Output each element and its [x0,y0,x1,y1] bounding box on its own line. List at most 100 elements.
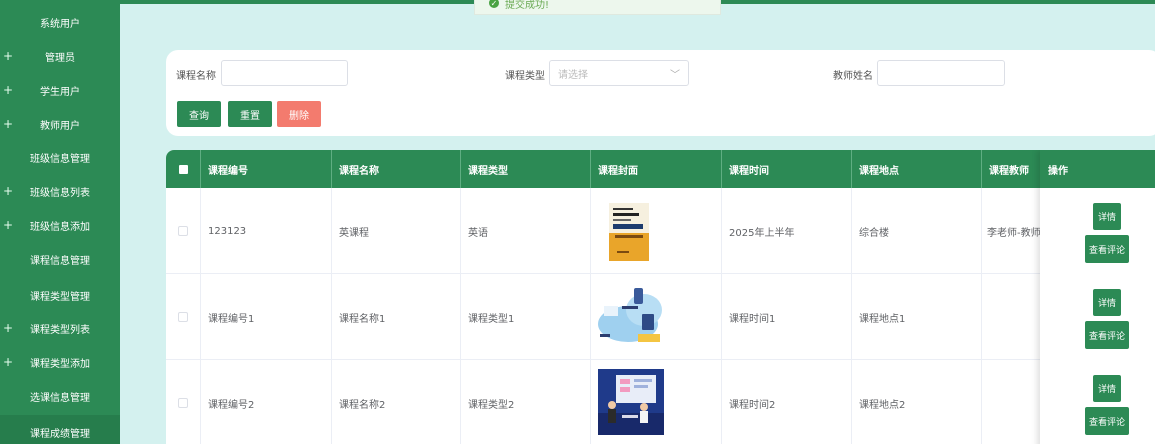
cell-course-cover [591,274,722,360]
cell-course-place: 课程地点2 [852,360,982,444]
course-type-label: 课程类型 [505,71,545,82]
table-row: 123123 英课程 英语 2025年上半年 综合楼 李老师-教师1 [166,188,1155,274]
sidebar-item-label: 系统用户 [40,18,80,30]
success-toast: ✓ 提交成功! [474,0,721,15]
cell-course-teacher [982,360,1042,444]
sidebar-item-course-type-manage[interactable]: 课程类型管理 [0,278,120,312]
row-checkbox[interactable] [178,226,188,236]
delete-button[interactable]: 删除 [277,101,321,127]
cell-course-place: 课程地点1 [852,274,982,360]
cell-course-type: 课程类型2 [461,360,591,444]
detail-button[interactable]: 详情 [1093,203,1121,230]
sidebar-item-admin[interactable]: + 管理员 [0,39,120,73]
header-course-teacher: 课程教师 [982,150,1042,188]
header-course-place: 课程地点 [852,150,982,188]
actions-column: 操作 详情 查看评论 详情 查看评论 详情 查看评论 [1040,150,1155,444]
cell-course-place: 综合楼 [852,188,982,274]
select-all-checkbox[interactable] [178,164,188,174]
actions-header: 操作 [1040,150,1155,188]
course-table: 课程编号 课程名称 课程类型 课程封面 课程时间 课程地点 课程教师 操作 12… [166,150,1155,444]
plus-icon: + [3,355,14,369]
sidebar-item-label: 班级信息添加 [30,221,90,233]
row-checkbox[interactable] [178,398,188,408]
reset-button[interactable]: 重置 [228,101,272,127]
sidebar-item-score-manage[interactable]: 课程成绩管理 [0,415,120,444]
query-button[interactable]: 查询 [177,101,221,127]
course-type-select[interactable]: 请选择 ﹀ [549,60,689,86]
course-name-input[interactable] [221,60,348,86]
sidebar-item-label: 班级信息管理 [30,153,90,165]
row-select-cell [166,274,201,360]
cell-course-teacher [982,274,1042,360]
sidebar-item-course-type-add[interactable]: + 课程类型添加 [0,345,120,379]
table-header: 课程编号 课程名称 课程类型 课程封面 课程时间 课程地点 课程教师 操作 [166,150,1155,188]
cell-course-type: 英语 [461,188,591,274]
cell-course-name: 课程名称1 [332,274,461,360]
view-reviews-button[interactable]: 查看评论 [1085,235,1129,263]
cell-course-name: 课程名称2 [332,360,461,444]
plus-icon: + [3,49,14,63]
sidebar-item-course-manage[interactable]: 课程信息管理 [0,242,120,276]
sidebar-item-label: 选课信息管理 [30,392,90,404]
sidebar-item-selection-manage[interactable]: 选课信息管理 [0,379,120,413]
plus-icon: + [3,321,14,335]
detail-button[interactable]: 详情 [1093,289,1121,316]
sidebar-item-course-type-list[interactable]: + 课程类型列表 [0,311,120,345]
cell-course-name: 英课程 [332,188,461,274]
sidebar-item-class-list[interactable]: + 班级信息列表 [0,174,120,208]
sidebar-item-label: 课程类型添加 [30,358,90,370]
sidebar-item-label: 课程类型列表 [30,324,90,336]
header-course-type: 课程类型 [461,150,591,188]
sidebar-item-system-users[interactable]: 系统用户 [0,5,120,39]
sidebar-item-teachers[interactable]: + 教师用户 [0,107,120,141]
cell-course-teacher: 李老师-教师1 [982,188,1042,274]
course-type-placeholder: 请选择 [558,69,588,81]
cell-course-time: 2025年上半年 [722,188,852,274]
row-select-cell [166,188,201,274]
cell-course-type: 课程类型1 [461,274,591,360]
view-reviews-button[interactable]: 查看评论 [1085,407,1129,435]
plus-icon: + [3,117,14,131]
cell-course-code: 课程编号1 [201,274,332,360]
sidebar-item-label: 课程信息管理 [30,255,90,267]
plus-icon: + [3,83,14,97]
cell-course-code: 123123 [201,188,332,274]
chevron-down-icon: ﹀ [670,70,680,81]
sidebar-item-label: 班级信息列表 [30,187,90,199]
detail-button[interactable]: 详情 [1093,375,1121,402]
plus-icon: + [3,184,14,198]
header-course-cover: 课程封面 [591,150,722,188]
sidebar-item-label: 学生用户 [40,86,80,98]
sidebar-item-label: 管理员 [45,52,75,64]
cell-course-cover [591,188,722,274]
table-row: 课程编号2 课程名称2 课程类型2 课程时间2 课程地点2 [166,360,1155,444]
cell-course-time: 课程时间1 [722,274,852,360]
sidebar-item-label: 课程类型管理 [30,291,90,303]
view-reviews-button[interactable]: 查看评论 [1085,321,1129,349]
table-row: 课程编号1 课程名称1 课程类型1 课程时间1 课程地点1 [166,274,1155,360]
cell-course-time: 课程时间2 [722,360,852,444]
meeting-illustration-image[interactable] [598,369,664,435]
teacher-name-input[interactable] [877,60,1005,86]
teacher-name-label: 教师姓名 [833,71,873,82]
sidebar-item-students[interactable]: + 学生用户 [0,73,120,107]
toast-message: 提交成功! [505,0,550,11]
header-course-code: 课程编号 [201,150,332,188]
select-all-cell [166,150,201,188]
sidebar-item-label: 课程成绩管理 [30,428,90,440]
sidebar: 系统用户 + 管理员 + 学生用户 + 教师用户 班级信息管理 + 班级信息列表 + 班级… [0,0,120,444]
row-select-cell [166,360,201,444]
study-illustration-image[interactable] [598,284,664,348]
row-checkbox[interactable] [178,312,188,322]
sidebar-item-class-manage[interactable]: 班级信息管理 [0,140,120,174]
sidebar-item-label: 教师用户 [40,120,80,132]
cell-course-code: 课程编号2 [201,360,332,444]
check-circle-icon: ✓ [489,0,499,8]
header-course-time: 课程时间 [722,150,852,188]
cell-course-cover [591,360,722,444]
plus-icon: + [3,218,14,232]
course-name-label: 课程名称 [176,71,216,82]
sidebar-item-class-add[interactable]: + 班级信息添加 [0,208,120,242]
book-cover-image[interactable] [609,203,649,261]
header-course-name: 课程名称 [332,150,461,188]
